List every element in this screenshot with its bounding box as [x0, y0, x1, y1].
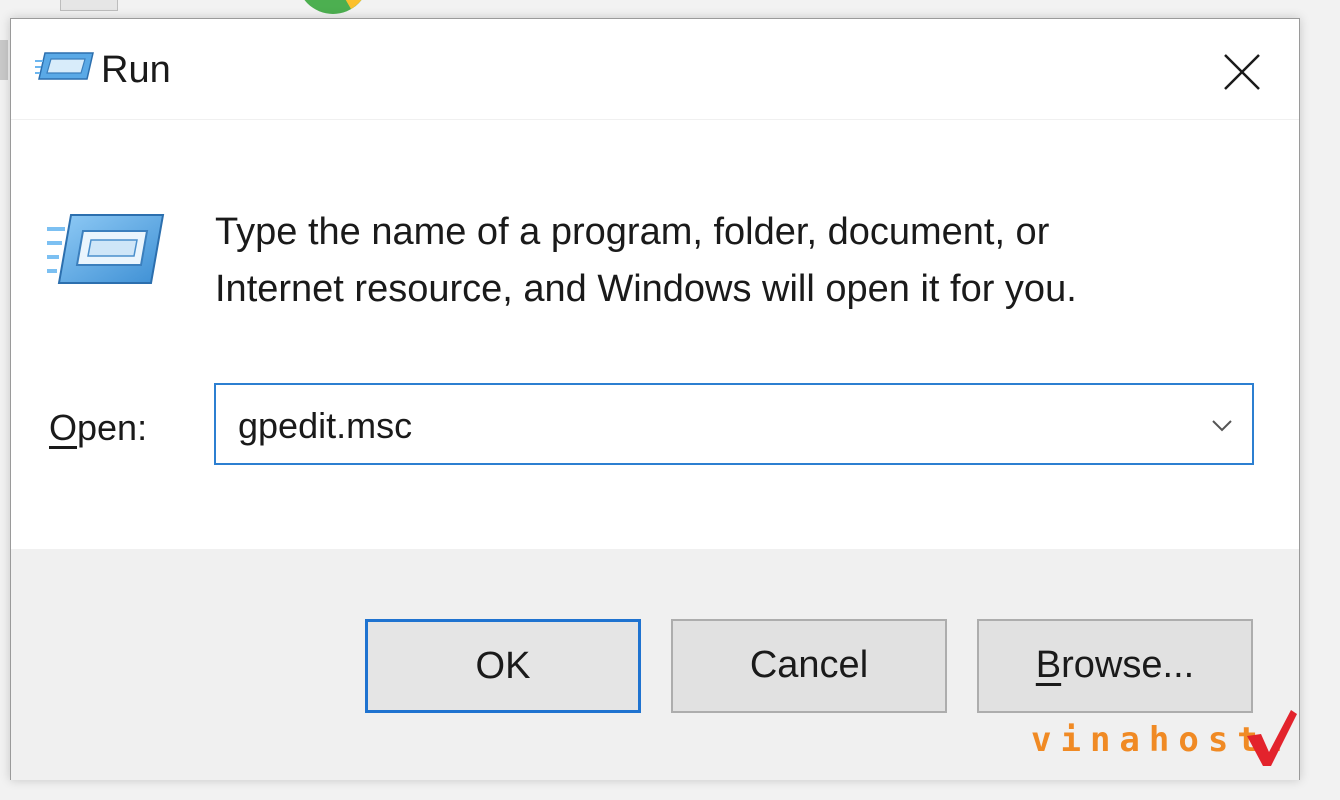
background-window-fragment: [60, 0, 118, 11]
open-label: Open:: [49, 407, 147, 449]
open-input[interactable]: gpedit.msc: [238, 405, 412, 447]
cancel-button[interactable]: Cancel: [671, 619, 947, 713]
window-title: Run: [101, 49, 171, 91]
browse-button[interactable]: Browse...: [977, 619, 1253, 713]
chevron-down-icon[interactable]: [1210, 413, 1234, 437]
close-icon[interactable]: [1219, 49, 1265, 95]
browse-access-key: B: [1035, 644, 1062, 686]
open-combobox[interactable]: gpedit.msc: [214, 383, 1254, 465]
checkmark-icon: [1247, 710, 1297, 766]
description-line-1: Type the name of a program, folder, docu…: [215, 211, 1050, 253]
browse-label: rowse...: [1061, 644, 1195, 686]
run-dialog: Run Type the name of a program, folder, …: [10, 18, 1300, 780]
open-label-text: pen:: [77, 407, 148, 448]
background-edge: [0, 40, 8, 80]
description-line-2: Internet resource, and Windows will open…: [215, 268, 1077, 310]
vinahost-watermark: vinahost.: [1031, 710, 1297, 772]
run-icon: [35, 52, 94, 80]
run-large-icon: [47, 214, 165, 284]
title-divider: [11, 119, 1299, 120]
ok-button[interactable]: OK: [365, 619, 641, 713]
run-description: Type the name of a program, folder, docu…: [215, 204, 1077, 318]
title-bar: Run: [11, 19, 1299, 119]
open-label-access-key: O: [49, 407, 78, 448]
background-chrome-icon: [304, 0, 362, 14]
